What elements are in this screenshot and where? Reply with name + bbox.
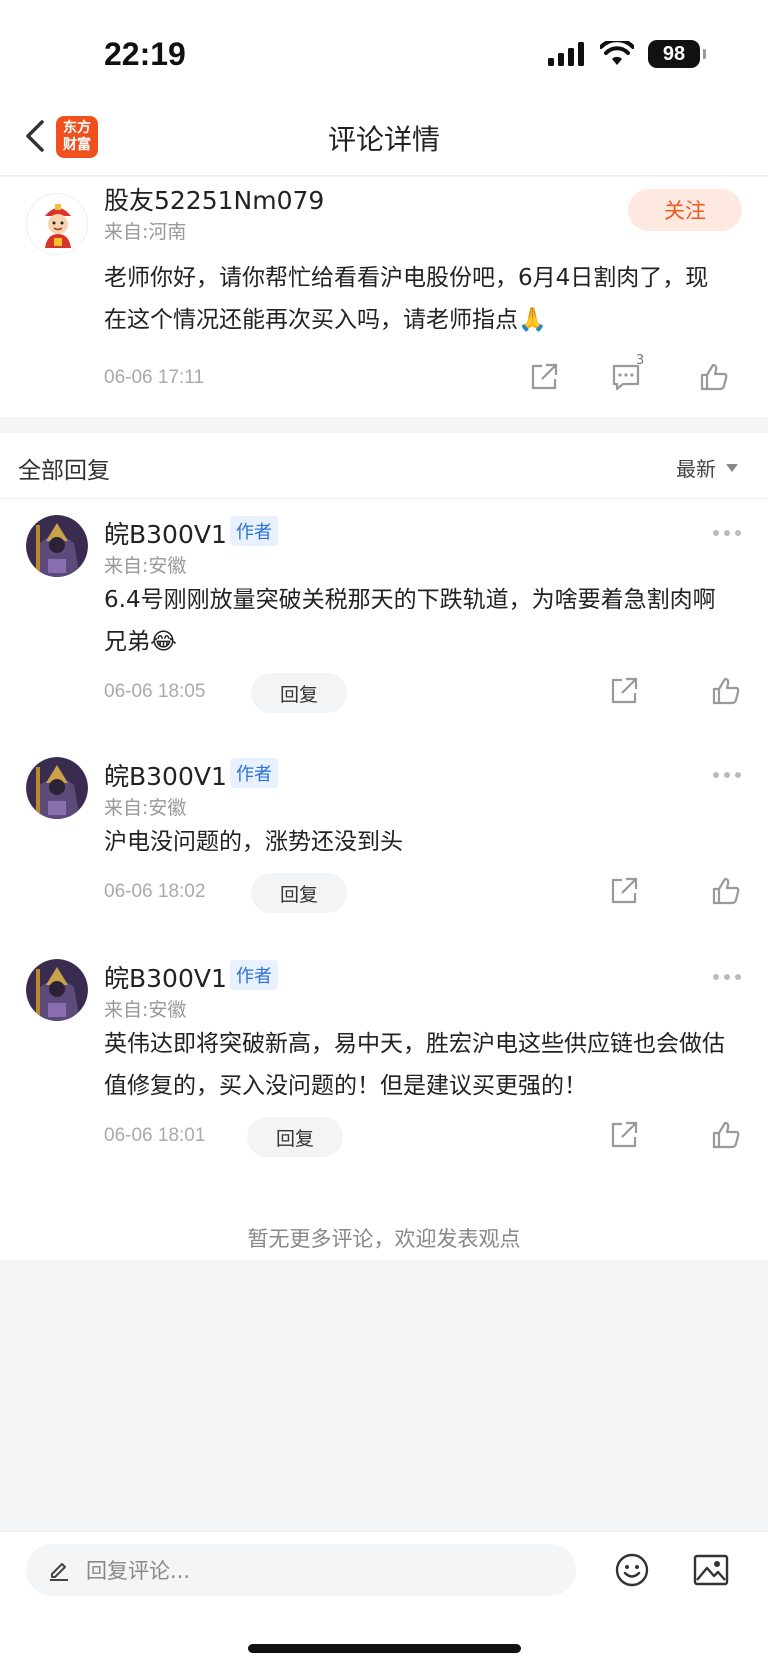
reply-username[interactable]: 皖B300V1 (104, 515, 227, 551)
warrior-avatar-icon (26, 959, 88, 1021)
share-icon[interactable] (528, 361, 560, 393)
more-options-icon[interactable] (712, 771, 742, 779)
home-indicator (248, 1644, 521, 1653)
comment-count: 3 (636, 353, 645, 368)
reply-button[interactable]: 回复 (247, 1117, 343, 1157)
reply-item: 皖B300V1 作者 来自:安徽 6.4号刚刚放量突破关税那天的下跌轨道，为啥要… (0, 515, 768, 745)
wifi-icon (600, 41, 634, 65)
cartoon-avatar-icon (27, 194, 87, 254)
reply-location: 来自:安徽 (104, 797, 187, 819)
reply-item: 皖B300V1 作者 来自:安徽 沪电没问题的，涨势还没到头 06-06 18:… (0, 757, 768, 947)
emoji-icon[interactable] (614, 1552, 650, 1588)
battery-indicator: 98 (648, 40, 706, 68)
like-icon[interactable] (710, 1119, 742, 1151)
warrior-avatar-icon (26, 757, 88, 819)
reply-item: 皖B300V1 作者 来自:安徽 英伟达即将突破新高，易中天，胜宏沪电这些供应链… (0, 959, 768, 1199)
post-content: 老师你好，请你帮忙给看看沪电股份吧，6月4日割肉了，现在这个情况还能再次买入吗，… (104, 265, 709, 333)
share-icon[interactable] (608, 875, 640, 907)
share-icon[interactable] (608, 675, 640, 707)
follow-button[interactable]: 关注 (628, 189, 742, 231)
post-timestamp: 06-06 17:11 (104, 367, 205, 388)
like-icon[interactable] (710, 675, 742, 707)
reply-content: 沪电没问题的，涨势还没到头 (104, 829, 403, 855)
sort-dropdown[interactable]: 最新 (676, 453, 738, 482)
nav-bar: 东方 财富 评论详情 (0, 100, 768, 176)
reply-input-placeholder: 回复评论... (86, 1559, 191, 1583)
reply-username[interactable]: 皖B300V1 (104, 757, 227, 793)
more-options-icon[interactable] (712, 529, 742, 537)
page-title: 评论详情 (327, 123, 440, 156)
like-icon[interactable] (710, 875, 742, 907)
reply-username[interactable]: 皖B300V1 (104, 959, 227, 995)
sort-label: 最新 (676, 457, 716, 481)
more-options-icon[interactable] (712, 973, 742, 981)
author-badge: 作者 (230, 960, 278, 990)
post-location: 来自:河南 (104, 221, 187, 243)
reply-button[interactable]: 回复 (251, 673, 347, 713)
status-icons: 98 (548, 40, 706, 68)
share-icon[interactable] (608, 1119, 640, 1151)
pencil-icon (50, 1563, 68, 1581)
status-time: 22:19 (104, 36, 186, 72)
replies-title: 全部回复 (18, 458, 110, 484)
caret-down-icon (726, 463, 738, 472)
reply-location: 来自:安徽 (104, 999, 187, 1021)
user-avatar[interactable] (26, 193, 88, 255)
reply-comment-input[interactable]: 回复评论... (26, 1544, 576, 1596)
reply-avatar[interactable] (26, 515, 88, 577)
replies-section: 全部回复 最新 皖B300V1 作者 来自:安徽 6.4号刚刚放量突破关税那天的… (0, 433, 768, 1260)
author-badge: 作者 (230, 758, 278, 788)
reply-content: 英伟达即将突破新高，易中天，胜宏沪电这些供应链也会做估值修复的，买入没问题的！但… (104, 1031, 725, 1099)
reply-timestamp: 06-06 18:02 (104, 881, 206, 902)
status-bar: 22:19 98 (0, 0, 768, 100)
image-icon[interactable] (692, 1552, 730, 1588)
post-username[interactable]: 股友52251Nm079 (104, 181, 324, 217)
reply-location: 来自:安徽 (104, 555, 187, 577)
no-more-comments-note: 暂无更多评论，欢迎发表观点 (247, 1227, 521, 1251)
replies-header: 全部回复 最新 (0, 433, 768, 499)
reply-timestamp: 06-06 18:05 (104, 681, 206, 702)
like-icon[interactable] (698, 361, 730, 393)
reply-avatar[interactable] (26, 757, 88, 819)
reply-content: 6.4号刚刚放量突破关税那天的下跌轨道，为啥要着急割肉啊兄弟😂 (104, 587, 716, 655)
author-badge: 作者 (230, 516, 278, 546)
reply-avatar[interactable] (26, 959, 88, 1021)
warrior-avatar-icon (26, 515, 88, 577)
reply-button[interactable]: 回复 (251, 873, 347, 913)
reply-timestamp: 06-06 18:01 (104, 1125, 206, 1146)
main-post: 股友52251Nm079 来自:河南 关注 老师你好，请你帮忙给看看沪电股份吧，… (0, 177, 768, 417)
cellular-signal-icon (548, 42, 584, 66)
